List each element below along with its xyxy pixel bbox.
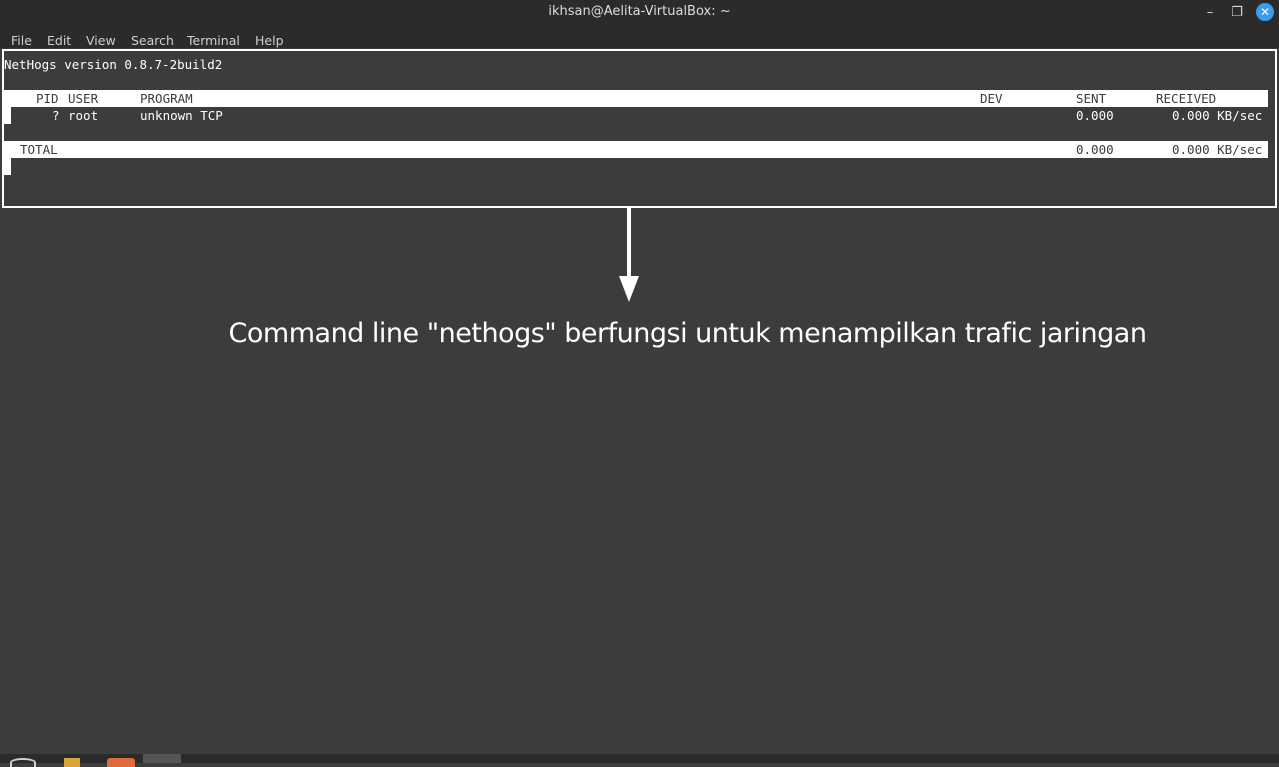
header-received: RECEIVED: [1156, 91, 1217, 106]
close-button[interactable]: ✕: [1256, 3, 1274, 21]
arrow-down-icon: [619, 276, 639, 302]
row-received: 0.000 KB/sec: [1172, 108, 1263, 123]
row-pid: ?: [52, 108, 60, 123]
total-received: 0.000 KB/sec: [1172, 142, 1263, 157]
version-line: NetHogs version 0.8.7-2build2: [4, 57, 223, 72]
window-title: ikhsan@Aelita-VirtualBox: ~: [548, 4, 731, 19]
arrow-shaft: [627, 208, 631, 278]
menu-search[interactable]: Search: [131, 33, 174, 48]
menu-help[interactable]: Help: [255, 33, 284, 48]
menubar: File Edit View Search Terminal Help: [0, 26, 1279, 48]
menu-file[interactable]: File: [11, 33, 32, 48]
total-label: TOTAL: [20, 142, 58, 157]
menu-terminal[interactable]: Terminal: [187, 33, 240, 48]
window-titlebar: ikhsan@Aelita-VirtualBox: ~ – ❐ ✕: [0, 0, 1279, 26]
header-dev: DEV: [980, 91, 1003, 106]
menu-edit[interactable]: Edit: [47, 33, 71, 48]
terminal-cursor: [4, 158, 11, 175]
total-sent: 0.000: [1076, 142, 1114, 157]
header-program: PROGRAM: [140, 91, 193, 106]
row-program: unknown TCP: [140, 108, 223, 123]
annotation-caption: Command line "nethogs" berfungsi untuk m…: [228, 318, 1147, 349]
minimize-button[interactable]: –: [1200, 3, 1220, 23]
maximize-button[interactable]: ❐: [1227, 3, 1247, 23]
total-row: TOTAL 0.000 0.000 KB/sec: [4, 141, 1268, 158]
header-user: USER: [68, 91, 99, 106]
header-sent: SENT: [1076, 91, 1107, 106]
taskbar: [0, 754, 1279, 767]
menu-view[interactable]: View: [86, 33, 116, 48]
table-row: ? root unknown TCP 0.000 0.000 KB/sec: [4, 107, 1268, 124]
terminal-task[interactable]: [143, 754, 181, 763]
row-sent: 0.000: [1076, 108, 1114, 123]
table-header: PID USER PROGRAM DEV SENT RECEIVED: [4, 90, 1268, 107]
header-pid: PID: [36, 91, 59, 106]
row-user: root: [68, 108, 99, 123]
